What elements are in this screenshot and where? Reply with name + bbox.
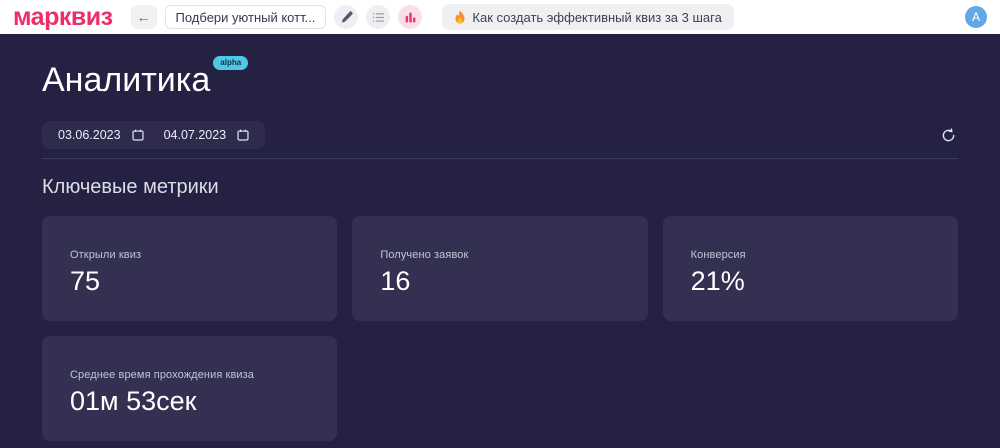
- date-from-value: 03.06.2023: [58, 128, 121, 143]
- flame-icon: [454, 10, 466, 24]
- metrics-grid: Открыли квиз 75 Получено заявок 16 Конве…: [42, 216, 958, 442]
- avatar-initial: A: [971, 10, 980, 24]
- calendar-icon[interactable]: [131, 129, 144, 141]
- promo-label: Как создать эффективный квиз за 3 шага: [472, 9, 722, 25]
- quiz-name-box[interactable]: Подбери уютный котт...: [164, 5, 327, 29]
- metric-card-leads: Получено заявок 16: [352, 216, 648, 322]
- topbar: марквиз ← Подбери уютный котт... Как соз…: [0, 0, 1000, 34]
- edit-quiz-button[interactable]: [334, 5, 359, 29]
- arrow-left-icon: ←: [136, 9, 151, 25]
- pencil-icon: [340, 10, 353, 24]
- date-to-value: 04.07.2023: [163, 128, 227, 143]
- section-divider: [42, 158, 958, 160]
- date-from-field[interactable]: 03.06.2023: [48, 128, 154, 142]
- metrics-heading: Ключевые метрики: [42, 176, 219, 199]
- metric-value: 16: [380, 266, 411, 297]
- metric-label: Среднее время прохождения квиза: [70, 369, 255, 382]
- date-to-field[interactable]: 04.07.2023: [154, 128, 260, 142]
- promo-banner[interactable]: Как создать эффективный квиз за 3 шага: [442, 4, 734, 30]
- avatar[interactable]: A: [965, 6, 987, 28]
- analytics-button[interactable]: [398, 5, 423, 29]
- metric-label: Получено заявок: [380, 249, 469, 262]
- list-icon: [372, 11, 385, 24]
- questions-list-button[interactable]: [366, 5, 391, 29]
- metric-card-quiz-opens: Открыли квиз 75: [42, 216, 338, 322]
- metric-card-avg-time: Среднее время прохождения квиза 01м 53се…: [42, 336, 338, 442]
- page-title-row: Аналитика alpha: [42, 56, 958, 99]
- metric-label: Открыли квиз: [70, 249, 142, 262]
- metric-value: 21%: [690, 266, 745, 297]
- metric-label: Конверсия: [690, 249, 746, 262]
- date-filter-row: 03.06.2023 04.07.2023: [42, 121, 958, 150]
- calendar-icon[interactable]: [237, 129, 249, 141]
- refresh-icon[interactable]: [939, 126, 958, 145]
- analytics-page: Аналитика alpha 03.06.2023 04.07.2023 Кл…: [0, 34, 1000, 442]
- metric-value: 75: [70, 266, 101, 297]
- back-button[interactable]: ←: [130, 5, 157, 29]
- metric-value: 01м 53сек: [70, 386, 197, 417]
- bar-chart-icon: [404, 11, 417, 24]
- marquiz-logo[interactable]: марквиз: [13, 4, 113, 30]
- date-range-picker: 03.06.2023 04.07.2023: [42, 121, 266, 150]
- metric-card-conversion: Конверсия 21%: [662, 216, 958, 322]
- page-title: Аналитика: [42, 61, 211, 99]
- alpha-badge: alpha: [213, 56, 249, 70]
